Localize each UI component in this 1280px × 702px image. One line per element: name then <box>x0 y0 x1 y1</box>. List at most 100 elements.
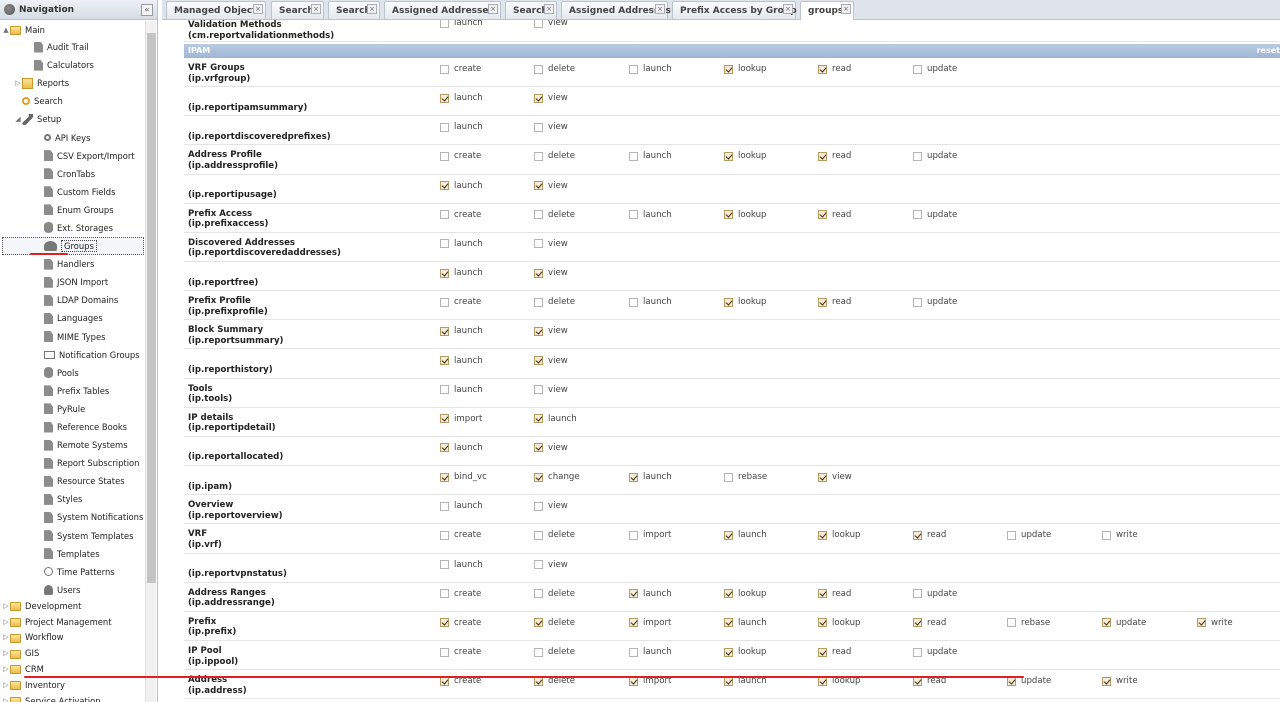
permission-view-checkbox[interactable]: view <box>534 560 568 570</box>
sidebar-item-main[interactable]: ▲ Main <box>0 21 144 38</box>
permission-view-checkbox[interactable]: view <box>534 93 568 103</box>
checkbox-checked-icon[interactable] <box>818 297 827 307</box>
checkbox-unchecked-icon[interactable] <box>1007 530 1016 540</box>
checkbox-checked-icon[interactable] <box>629 589 638 599</box>
permission-read-checkbox[interactable]: read <box>818 297 851 307</box>
sidebar-item-reports[interactable]: ▷ Reports <box>0 74 144 92</box>
reset-link[interactable]: reset <box>1257 44 1280 58</box>
permission-update-checkbox[interactable]: update <box>913 210 957 220</box>
permission-launch-checkbox[interactable]: launch <box>629 210 672 220</box>
permission-launch-checkbox[interactable]: launch <box>629 297 672 307</box>
sidebar-item-enum-groups[interactable]: Enum Groups <box>0 201 144 219</box>
checkbox-checked-icon[interactable] <box>534 93 543 103</box>
permission-create-checkbox[interactable]: create <box>440 64 481 74</box>
permission-launch-checkbox[interactable]: launch <box>440 268 483 278</box>
checkbox-unchecked-icon[interactable] <box>629 647 638 657</box>
checkbox-unchecked-icon[interactable] <box>1007 618 1016 628</box>
permission-launch-checkbox[interactable]: launch <box>440 443 483 453</box>
permission-launch-checkbox[interactable]: launch <box>629 151 672 161</box>
permission-write-checkbox[interactable]: write <box>1102 530 1138 540</box>
sidebar-item-workflow[interactable]: ▷ Workflow <box>0 630 144 646</box>
permission-create-checkbox[interactable]: create <box>440 589 481 599</box>
permission-launch-checkbox[interactable]: launch <box>440 181 483 191</box>
sidebar-item-styles[interactable]: Styles <box>0 490 144 508</box>
checkbox-checked-icon[interactable] <box>913 530 922 540</box>
checkbox-checked-icon[interactable] <box>818 589 827 599</box>
sidebar-item-resource-states[interactable]: Resource States <box>0 472 144 490</box>
checkbox-checked-icon[interactable] <box>1197 618 1206 628</box>
checkbox-checked-icon[interactable] <box>534 414 543 424</box>
permission-read-checkbox[interactable]: read <box>818 210 851 220</box>
checkbox-checked-icon[interactable] <box>913 618 922 628</box>
sidebar-item-report-subscription[interactable]: Report Subscription <box>0 454 144 472</box>
sidebar-item-prefix-tables[interactable]: Prefix Tables <box>0 382 144 400</box>
checkbox-unchecked-icon[interactable] <box>440 297 449 307</box>
tab-search[interactable]: Search × <box>271 1 324 19</box>
collapse-panel-button[interactable]: « <box>141 4 153 16</box>
checkbox-checked-icon[interactable] <box>724 530 733 540</box>
checkbox-unchecked-icon[interactable] <box>440 589 449 599</box>
tab-assigned-addresses[interactable]: Assigned Addresses × <box>561 1 671 19</box>
permission-view-checkbox[interactable]: view <box>534 20 568 28</box>
permission-read-checkbox[interactable]: read <box>913 618 946 628</box>
permission-read-checkbox[interactable]: read <box>818 647 851 657</box>
permission-lookup-checkbox[interactable]: lookup <box>724 647 767 657</box>
checkbox-checked-icon[interactable] <box>724 589 733 599</box>
sidebar-item-setup[interactable]: ◢ Setup <box>0 110 144 128</box>
checkbox-checked-icon[interactable] <box>534 268 543 278</box>
sidebar-item-json-import[interactable]: JSON Import <box>0 273 144 291</box>
permission-view-checkbox[interactable]: view <box>534 326 568 336</box>
checkbox-unchecked-icon[interactable] <box>724 472 733 482</box>
checkbox-unchecked-icon[interactable] <box>440 64 449 74</box>
sidebar-scrollbar[interactable] <box>145 21 156 702</box>
permission-view-checkbox[interactable]: view <box>818 472 852 482</box>
checkbox-unchecked-icon[interactable] <box>534 530 543 540</box>
permission-rebase-checkbox[interactable]: rebase <box>724 472 767 482</box>
permission-lookup-checkbox[interactable]: lookup <box>724 64 767 74</box>
permission-view-checkbox[interactable]: view <box>534 268 568 278</box>
checkbox-checked-icon[interactable] <box>724 64 733 74</box>
permission-delete-checkbox[interactable]: delete <box>534 589 575 599</box>
permission-delete-checkbox[interactable]: delete <box>534 530 575 540</box>
checkbox-unchecked-icon[interactable] <box>629 64 638 74</box>
permission-delete-checkbox[interactable]: delete <box>534 64 575 74</box>
checkbox-unchecked-icon[interactable] <box>534 64 543 74</box>
permission-update-checkbox[interactable]: update <box>1102 618 1146 628</box>
permission-update-checkbox[interactable]: update <box>1007 530 1051 540</box>
checkbox-checked-icon[interactable] <box>1102 618 1111 628</box>
permission-lookup-checkbox[interactable]: lookup <box>724 589 767 599</box>
checkbox-checked-icon[interactable] <box>724 151 733 161</box>
checkbox-unchecked-icon[interactable] <box>913 64 922 74</box>
permission-update-checkbox[interactable]: update <box>913 151 957 161</box>
close-tab-icon[interactable]: × <box>367 4 377 14</box>
checkbox-checked-icon[interactable] <box>629 618 638 628</box>
sidebar-item-users[interactable]: Users <box>0 581 144 599</box>
permission-launch-checkbox[interactable]: launch <box>440 356 483 366</box>
permission-launch-checkbox[interactable]: launch <box>724 530 767 540</box>
permission-launch-checkbox[interactable]: launch <box>629 589 672 599</box>
expand-toggle-icon[interactable]: ▷ <box>2 665 10 673</box>
sidebar-item-ext-storages[interactable]: Ext. Storages <box>0 219 144 237</box>
checkbox-unchecked-icon[interactable] <box>534 122 543 132</box>
checkbox-checked-icon[interactable] <box>818 530 827 540</box>
checkbox-checked-icon[interactable] <box>818 472 827 482</box>
checkbox-unchecked-icon[interactable] <box>440 122 449 132</box>
checkbox-checked-icon[interactable] <box>440 326 449 336</box>
tab-search[interactable]: Search × <box>505 1 557 19</box>
checkbox-unchecked-icon[interactable] <box>440 210 449 220</box>
expand-toggle-icon[interactable]: ◢ <box>14 115 22 123</box>
sidebar-item-inventory[interactable]: ▷ Inventory <box>0 677 144 693</box>
permission-update-checkbox[interactable]: update <box>913 647 957 657</box>
permission-launch-checkbox[interactable]: launch <box>440 239 483 249</box>
expand-toggle-icon[interactable]: ▷ <box>14 79 22 87</box>
checkbox-unchecked-icon[interactable] <box>534 151 543 161</box>
checkbox-unchecked-icon[interactable] <box>534 560 543 570</box>
checkbox-unchecked-icon[interactable] <box>440 501 449 511</box>
permission-launch-checkbox[interactable]: launch <box>440 122 483 132</box>
permission-lookup-checkbox[interactable]: lookup <box>724 210 767 220</box>
expand-toggle-icon[interactable]: ▷ <box>2 697 10 702</box>
sidebar-item-crm[interactable]: ▷ CRM <box>0 661 144 677</box>
checkbox-unchecked-icon[interactable] <box>534 385 543 395</box>
checkbox-checked-icon[interactable] <box>1102 676 1111 686</box>
permission-create-checkbox[interactable]: create <box>440 618 481 628</box>
